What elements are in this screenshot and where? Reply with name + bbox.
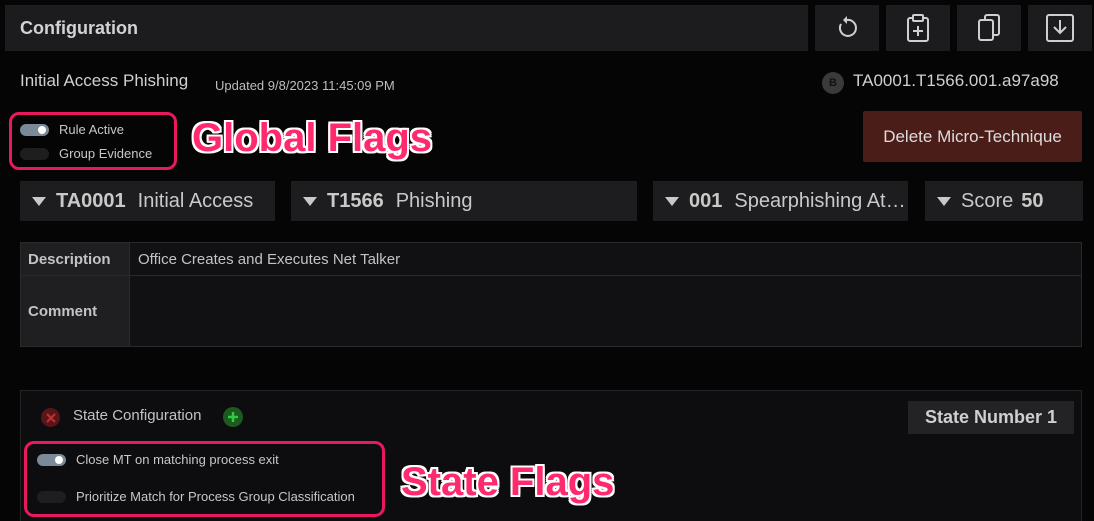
rule-id-badge: B — [822, 72, 844, 94]
refresh-button[interactable] — [815, 5, 879, 51]
rule-name: Initial Access Phishing — [20, 71, 189, 90]
comment-row: Comment — [21, 276, 1081, 346]
description-row: Description Office Creates and Executes … — [21, 243, 1081, 276]
technique-code: T1566 — [327, 189, 384, 212]
state-flags-annotation: State Flags — [401, 460, 615, 504]
download-button[interactable] — [1028, 5, 1092, 51]
plus-icon — [228, 412, 238, 422]
copy-button[interactable] — [957, 5, 1021, 51]
chevron-down-icon — [665, 196, 679, 206]
refresh-icon — [838, 16, 857, 37]
download-icon — [1046, 14, 1074, 42]
state-number: State Number 1 — [908, 401, 1074, 434]
comment-label: Comment — [21, 276, 130, 346]
copy-icon — [978, 14, 1000, 41]
score-dropdown[interactable]: Score 50 — [925, 181, 1083, 221]
add-state-button[interactable] — [223, 407, 243, 427]
score-value: 50 — [1021, 189, 1044, 212]
clipboard-add-icon — [907, 14, 929, 42]
comment-field[interactable] — [130, 276, 1081, 346]
tactic-code: TA0001 — [56, 189, 126, 212]
remove-state-button[interactable] — [41, 408, 60, 427]
technique-name: Phishing — [395, 189, 473, 212]
delete-micro-technique-button[interactable]: Delete Micro-Technique — [863, 111, 1082, 162]
tactic-dropdown[interactable]: TA0001 Initial Access — [20, 181, 275, 221]
description-field[interactable]: Office Creates and Executes Net Talker — [130, 243, 1081, 275]
details-table: Description Office Creates and Executes … — [20, 242, 1082, 347]
description-label: Description — [21, 243, 130, 275]
subtechnique-code: 001 — [689, 189, 723, 212]
subtechnique-dropdown[interactable]: 001 Spearphishing Attachment — [653, 181, 908, 221]
technique-dropdown[interactable]: T1566 Phishing — [291, 181, 637, 221]
chevron-down-icon — [32, 196, 46, 206]
close-icon — [45, 412, 56, 423]
config-header: Configuration — [5, 5, 808, 51]
state-flags-highlight — [24, 441, 385, 517]
global-flags-annotation: Global Flags — [192, 116, 433, 160]
subtechnique-name: Spearphishing Attachment — [734, 189, 908, 212]
chevron-down-icon — [303, 196, 317, 206]
rule-id: TA0001.T1566.001.a97a98 — [853, 71, 1059, 90]
global-flags-highlight — [9, 112, 177, 170]
score-label: Score — [961, 189, 1014, 212]
chevron-down-icon — [937, 196, 951, 206]
page-title: Configuration — [20, 18, 138, 38]
updated-timestamp: Updated 9/8/2023 11:45:09 PM — [215, 78, 395, 93]
clipboard-add-button[interactable] — [886, 5, 950, 51]
state-configuration-title: State Configuration — [73, 407, 202, 424]
tactic-name: Initial Access — [137, 189, 254, 212]
